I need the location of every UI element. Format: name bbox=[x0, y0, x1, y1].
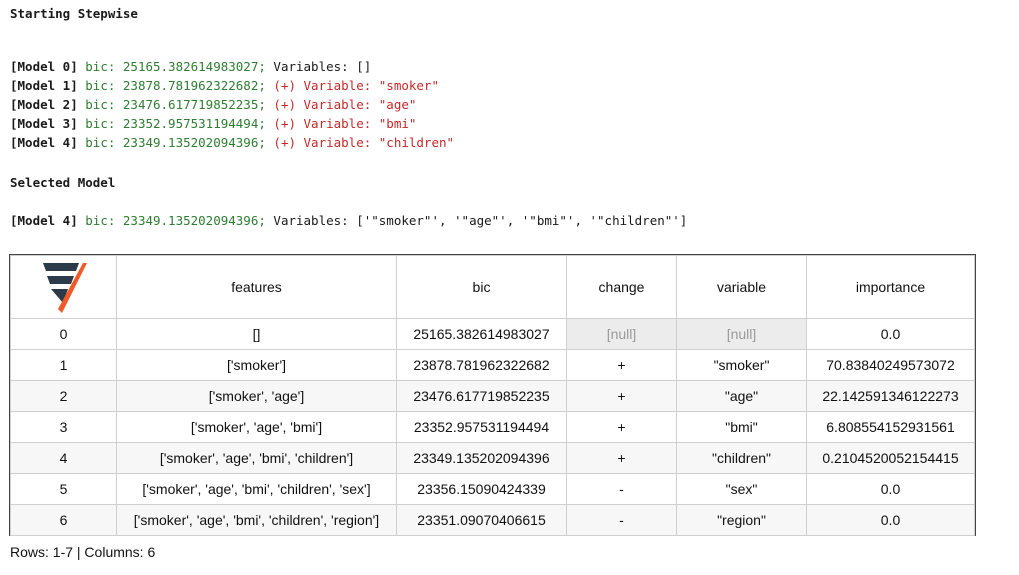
table-footer-summary: Rows: 1-7 | Columns: 6 bbox=[10, 544, 156, 560]
vaex-logo-icon bbox=[42, 262, 87, 313]
row-index: 3 bbox=[10, 411, 117, 443]
cell-bic: 23476.617719852235 bbox=[396, 380, 567, 412]
model-label: [Model 4] bbox=[10, 213, 78, 228]
cell-importance: 0.0 bbox=[806, 318, 975, 350]
cell-variable: "bmi" bbox=[676, 411, 807, 443]
model-change: (+) Variable: "age" bbox=[265, 97, 417, 112]
row-index: 0 bbox=[10, 318, 117, 350]
model-bic: bic: 23349.135202094396; bbox=[85, 135, 266, 150]
table-row: 3 ['smoker', 'age', 'bmi'] 23352.9575311… bbox=[10, 411, 975, 443]
cell-variable: "age" bbox=[676, 380, 807, 412]
cell-bic: 23351.09070406615 bbox=[396, 504, 567, 536]
column-header-change[interactable]: change bbox=[566, 255, 677, 319]
cell-variable: "sex" bbox=[676, 473, 807, 505]
row-index: 5 bbox=[10, 473, 117, 505]
cell-variable: "smoker" bbox=[676, 349, 807, 381]
cell-features: ['smoker', 'age', 'bmi'] bbox=[116, 411, 397, 443]
cell-change: + bbox=[566, 442, 677, 474]
model-variables: Variables: [] bbox=[265, 59, 372, 74]
row-index: 4 bbox=[10, 442, 117, 474]
cell-bic: 23349.135202094396 bbox=[396, 442, 567, 474]
model-bic: bic: 23349.135202094396; bbox=[85, 213, 266, 228]
cell-importance: 70.83840249573072 bbox=[806, 349, 975, 381]
cell-importance: 0.2104520052154415 bbox=[806, 442, 975, 474]
column-header-importance[interactable]: importance bbox=[806, 255, 975, 319]
cell-change: + bbox=[566, 380, 677, 412]
table-row: 4 ['smoker', 'age', 'bmi', 'children'] 2… bbox=[10, 442, 975, 474]
cell-change: + bbox=[566, 349, 677, 381]
cell-bic: 23356.15090424339 bbox=[396, 473, 567, 505]
logo-cell bbox=[10, 255, 117, 319]
model-label: [Model 2] bbox=[10, 97, 78, 112]
selected-model-title: Selected Model bbox=[10, 175, 116, 190]
model-bic: bic: 25165.382614983027; bbox=[85, 59, 266, 74]
row-index: 1 bbox=[10, 349, 117, 381]
cell-features: ['smoker', 'age', 'bmi', 'children'] bbox=[116, 442, 397, 474]
model-bic: bic: 23878.781962322682; bbox=[85, 78, 266, 93]
model-bic: bic: 23352.957531194494; bbox=[85, 116, 266, 131]
cell-importance: 22.142591346122273 bbox=[806, 380, 975, 412]
cell-bic: 25165.382614983027 bbox=[396, 318, 567, 350]
cell-change: - bbox=[566, 473, 677, 505]
cell-importance: 0.0 bbox=[806, 504, 975, 536]
cell-variable: "children" bbox=[676, 442, 807, 474]
cell-features: ['smoker', 'age'] bbox=[116, 380, 397, 412]
model-change: (+) Variable: "smoker" bbox=[265, 78, 439, 93]
log-line-model-1: [Model 1] bic: 23878.781962322682; (+) V… bbox=[10, 78, 439, 94]
model-change: (+) Variable: "children" bbox=[265, 135, 455, 150]
cell-importance: 0.0 bbox=[806, 473, 975, 505]
results-table: features bic change variable importance … bbox=[9, 254, 976, 536]
model-label: [Model 4] bbox=[10, 135, 78, 150]
table-row: 2 ['smoker', 'age'] 23476.617719852235 +… bbox=[10, 380, 975, 412]
row-index: 2 bbox=[10, 380, 117, 412]
row-index: 6 bbox=[10, 504, 117, 536]
log-title: Starting Stepwise bbox=[10, 6, 138, 21]
model-variables: Variables: ['"smoker"', '"age"', '"bmi"'… bbox=[265, 213, 688, 228]
cell-features: [] bbox=[116, 318, 397, 350]
cell-features: ['smoker'] bbox=[116, 349, 397, 381]
cell-bic: 23352.957531194494 bbox=[396, 411, 567, 443]
table-header-row: features bic change variable importance bbox=[10, 255, 975, 319]
cell-features: ['smoker', 'age', 'bmi', 'children', 're… bbox=[116, 504, 397, 536]
model-label: [Model 0] bbox=[10, 59, 78, 74]
model-change: (+) Variable: "bmi" bbox=[265, 116, 417, 131]
cell-features: ['smoker', 'age', 'bmi', 'children', 'se… bbox=[116, 473, 397, 505]
column-header-variable[interactable]: variable bbox=[676, 255, 807, 319]
model-bic: bic: 23476.617719852235; bbox=[85, 97, 266, 112]
cell-bic: 23878.781962322682 bbox=[396, 349, 567, 381]
cell-variable: [null] bbox=[676, 318, 807, 350]
cell-change: [null] bbox=[566, 318, 677, 350]
table-row: 1 ['smoker'] 23878.781962322682 + "smoke… bbox=[10, 349, 975, 381]
cell-change: - bbox=[566, 504, 677, 536]
table-row: 5 ['smoker', 'age', 'bmi', 'children', '… bbox=[10, 473, 975, 505]
log-line-model-3: [Model 3] bic: 23352.957531194494; (+) V… bbox=[10, 116, 416, 132]
table-row: 0 [] 25165.382614983027 [null] [null] 0.… bbox=[10, 318, 975, 350]
cell-change: + bbox=[566, 411, 677, 443]
column-header-features[interactable]: features bbox=[116, 255, 397, 319]
table-row: 6 ['smoker', 'age', 'bmi', 'children', '… bbox=[10, 504, 975, 536]
selected-model-line: [Model 4] bic: 23349.135202094396; Varia… bbox=[10, 213, 687, 229]
column-header-bic[interactable]: bic bbox=[396, 255, 567, 319]
log-line-model-2: [Model 2] bic: 23476.617719852235; (+) V… bbox=[10, 97, 416, 113]
cell-variable: "region" bbox=[676, 504, 807, 536]
log-line-model-0: [Model 0] bic: 25165.382614983027; Varia… bbox=[10, 59, 371, 75]
cell-importance: 6.808554152931561 bbox=[806, 411, 975, 443]
model-label: [Model 3] bbox=[10, 116, 78, 131]
log-line-model-4: [Model 4] bic: 23349.135202094396; (+) V… bbox=[10, 135, 454, 151]
model-label: [Model 1] bbox=[10, 78, 78, 93]
